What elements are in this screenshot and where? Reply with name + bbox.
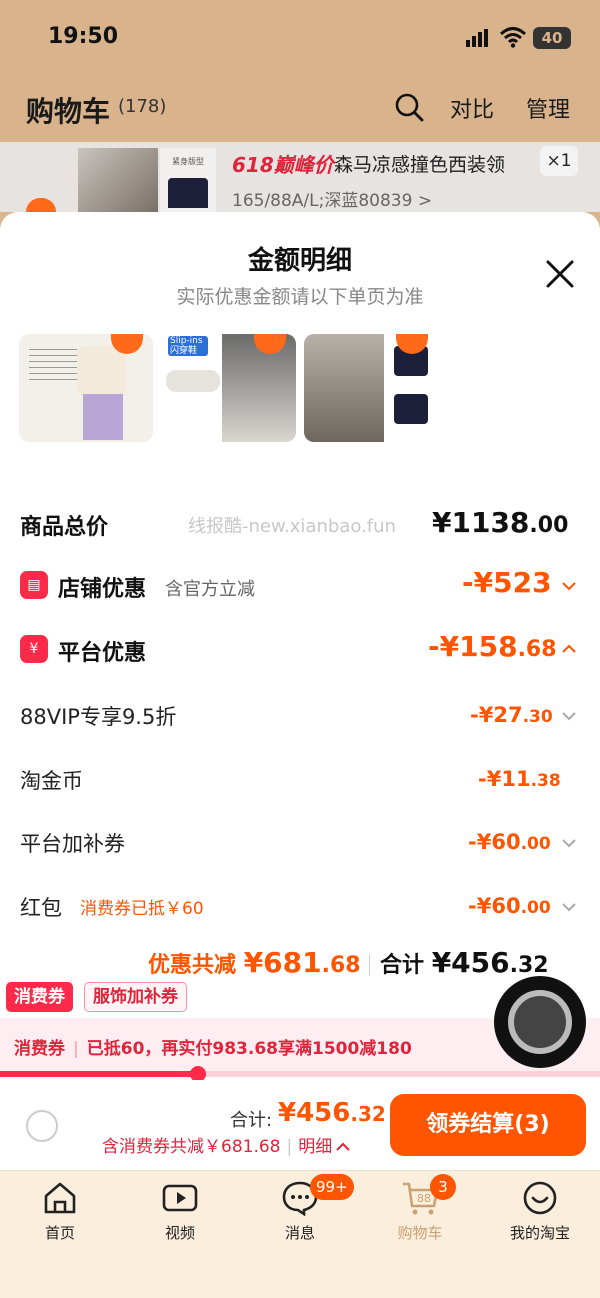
thumb-text-block — [29, 344, 77, 384]
chevron-down-icon[interactable] — [562, 581, 576, 591]
compare-button[interactable]: 对比 — [450, 92, 494, 124]
product-thumb-3[interactable] — [304, 334, 438, 442]
total-label: 商品总价 — [20, 515, 109, 540]
product-thumb-tag: 紧身版型 — [172, 157, 204, 166]
shirt-image — [77, 346, 127, 396]
chevron-up-icon — [336, 1142, 350, 1151]
platform-discount-label: 平台优惠 — [58, 641, 147, 666]
tab-home-label: 首页 — [44, 1224, 75, 1242]
product-name: 森马凉感撞色西装领 — [334, 154, 506, 176]
cart-badge: 3 — [430, 1174, 456, 1200]
red-packet-label: 红包 — [20, 896, 62, 920]
total-value: ¥1138.00 — [432, 506, 569, 539]
chevron-down-icon[interactable] — [562, 838, 576, 848]
coupon-label: 平台加补券 — [20, 832, 125, 856]
checkout-total-value: ¥456.32 — [278, 1098, 386, 1128]
tag-consumption-coupon[interactable]: 消费券 — [6, 982, 73, 1012]
product-thumb-1[interactable] — [19, 334, 153, 442]
promo-price-label: 618巅峰价 — [232, 153, 334, 177]
home-icon — [44, 1182, 76, 1214]
promo-text: 消费券 | 已抵60，再实付983.68享满1500减180 — [14, 1039, 412, 1059]
tshirt-image — [394, 394, 428, 424]
coupon-value[interactable]: -¥60.00 — [468, 830, 551, 854]
platform-discount-value[interactable]: -¥158.68 — [428, 630, 557, 663]
tab-profile[interactable]: 我的淘宝 — [490, 1178, 590, 1243]
red-packet-note: 消费券已抵￥60 — [80, 899, 204, 919]
quantity-badge[interactable]: ×1 — [540, 146, 578, 176]
tag-clothing-coupon[interactable]: 服饰加补券 — [84, 982, 187, 1012]
tab-profile-label: 我的淘宝 — [509, 1224, 570, 1242]
manage-button[interactable]: 管理 — [526, 92, 570, 124]
taojinbi-label: 淘金币 — [20, 769, 83, 793]
tshirt-image — [168, 178, 208, 208]
search-icon[interactable] — [394, 92, 424, 122]
chevron-down-icon[interactable] — [562, 711, 576, 721]
status-time: 19:50 — [48, 24, 119, 49]
model-image — [304, 334, 384, 442]
divider — [369, 954, 370, 976]
checkout-total-label: 合计: — [230, 1110, 273, 1131]
chevron-up-icon[interactable] — [562, 644, 576, 654]
chevron-down-icon[interactable] — [562, 902, 576, 912]
product-thumb-2[interactable]: Slip-ins 闪穿鞋 — [162, 334, 296, 442]
slipins-label: Slip-ins 闪穿鞋 — [168, 336, 208, 356]
vip-discount-value[interactable]: -¥27.30 — [470, 703, 553, 727]
store-icon: ▤ — [20, 571, 48, 599]
select-all-radio[interactable] — [26, 1110, 58, 1142]
tab-video[interactable]: 视频 — [130, 1178, 230, 1243]
watermark: 线报酷-new.xianbao.fun — [188, 516, 396, 537]
shorts-image — [83, 394, 123, 440]
tab-home[interactable]: 首页 — [10, 1178, 110, 1243]
sheet-subtitle: 实际优惠金额请以下单页为准 — [176, 286, 424, 308]
tab-messages-label: 消息 — [284, 1224, 315, 1242]
wifi-icon — [500, 27, 526, 48]
taojinbi-value: -¥11.38 — [478, 767, 561, 791]
platform-icon: ¥ — [20, 635, 48, 663]
checkout-discount-note[interactable]: 含消费券共减￥681.68 | 明细 — [102, 1132, 350, 1157]
product-spec[interactable]: 165/88A/L;深蓝80839 > — [232, 186, 432, 211]
store-discount-note: 含官方立减 — [165, 579, 255, 600]
sheet-title: 金额明细 — [247, 246, 352, 276]
floating-assistant-icon — [508, 990, 572, 1054]
close-icon[interactable] — [544, 258, 576, 290]
shoe-image — [166, 370, 220, 392]
page-title: 购物车 — [26, 95, 111, 128]
store-discount-label: 店铺优惠 — [58, 577, 147, 602]
svg-text:88: 88 — [417, 1192, 431, 1205]
discount-summary: 优惠共减 ¥681.68 — [148, 946, 361, 979]
vip-discount-label: 88VIP专享9.5折 — [20, 705, 177, 729]
signal-icon — [466, 29, 488, 47]
red-packet-value[interactable]: -¥60.00 — [468, 894, 551, 918]
product-image — [78, 148, 158, 212]
battery-indicator: 40 — [533, 27, 571, 49]
cart-count: (178) — [118, 96, 167, 117]
tab-cart-label: 购物车 — [397, 1224, 443, 1242]
video-icon — [162, 1184, 198, 1212]
tab-video-label: 视频 — [164, 1224, 195, 1242]
store-discount-value[interactable]: -¥523 — [462, 566, 552, 599]
profile-icon — [523, 1181, 557, 1215]
promo-progress-fill — [0, 1071, 198, 1077]
sum-summary: 合计 ¥456.32 — [380, 946, 549, 979]
checkout-button[interactable]: 领券结算(3) — [390, 1094, 586, 1156]
message-badge: 99+ — [310, 1174, 354, 1200]
